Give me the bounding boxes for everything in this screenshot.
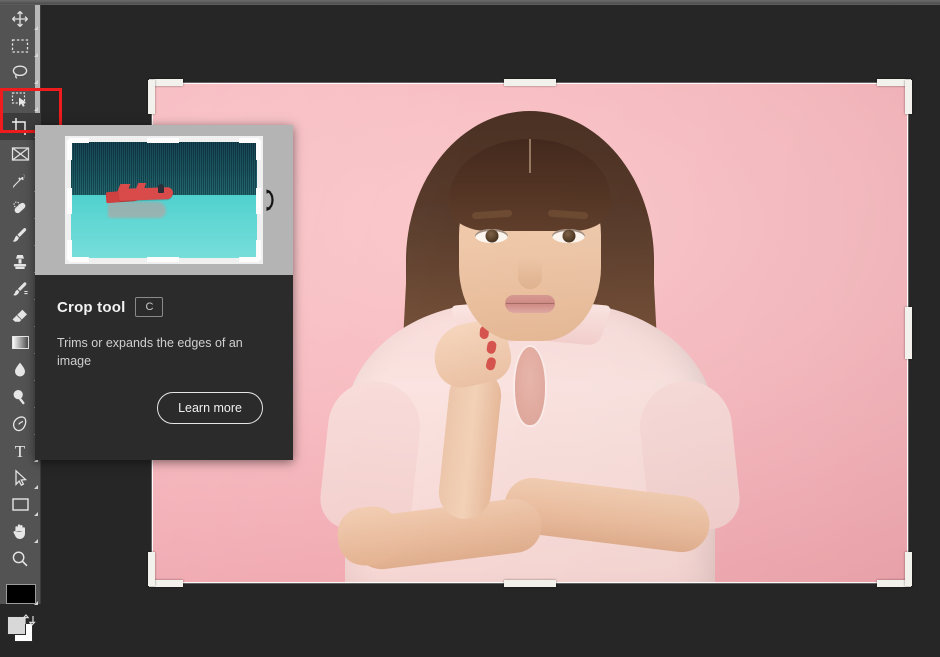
tool-dodge[interactable]: [0, 383, 40, 410]
preview-crop-handle-bottom-left: [69, 257, 89, 262]
replay-animation-icon[interactable]: [261, 186, 283, 214]
crop-handle-top-left[interactable]: [148, 80, 155, 114]
preview-crop-handle-top-center: [147, 138, 179, 143]
learn-more-button[interactable]: Learn more: [157, 392, 263, 425]
toolbar-divider: [0, 572, 40, 580]
tooltip-title-row: Crop tool C: [57, 297, 271, 317]
preview-canoe-reflection: [108, 202, 167, 219]
crop-handle-bottom-right[interactable]: [905, 552, 912, 586]
photoshop-window: T Crop tool C Trims or expands the edges…: [0, 0, 940, 642]
flyout-arrow-icon: [34, 26, 38, 30]
preview-crop-handle-top-left: [67, 140, 72, 160]
preview-photo: [71, 142, 257, 258]
crop-handle-top-right[interactable]: [905, 80, 912, 114]
tool-eyedropper[interactable]: [0, 167, 40, 194]
preview-crop-handle-top-left: [69, 138, 89, 143]
flyout-arrow-icon: [34, 107, 38, 111]
tooltip-body: Crop tool C Trims or expands the edges o…: [35, 275, 293, 425]
tool-move[interactable]: [0, 5, 40, 32]
tool-rectangular-marquee[interactable]: [0, 32, 40, 59]
preview-photo-frame: [65, 136, 263, 264]
top-strip-gradient: [0, 0, 940, 4]
preview-paddler: [158, 183, 165, 193]
tool-history-brush[interactable]: [0, 275, 40, 302]
color-swatches[interactable]: [0, 611, 40, 657]
tool-brush[interactable]: [0, 221, 40, 248]
tool-pen[interactable]: [0, 410, 40, 437]
preview-crop-handle-bottom-right: [256, 240, 261, 260]
swap-colors-icon[interactable]: [22, 613, 36, 632]
tooltip-actions: Learn more: [57, 392, 271, 425]
tool-blur[interactable]: [0, 356, 40, 383]
preview-crop-handle-bottom-left: [67, 240, 72, 260]
preview-crop-handle-bottom-center: [147, 257, 179, 262]
flyout-arrow-icon: [34, 53, 38, 57]
crop-handle-bottom-center[interactable]: [504, 580, 556, 587]
tool-eraser[interactable]: [0, 302, 40, 329]
quick-mask-button[interactable]: [6, 584, 36, 604]
crop-tool-tooltip: Crop tool C Trims or expands the edges o…: [35, 125, 293, 460]
crop-handle-top-center[interactable]: [504, 79, 556, 86]
tool-type[interactable]: T: [0, 437, 40, 464]
tool-object-selection[interactable]: [0, 86, 40, 113]
tool-clone-stamp[interactable]: [0, 248, 40, 275]
tooltip-description: Trims or expands the edges of an image: [57, 336, 243, 369]
tool-frame[interactable]: [0, 140, 40, 167]
tooltip-preview: [35, 125, 293, 275]
flyout-arrow-icon: [34, 512, 38, 516]
flyout-arrow-icon: [34, 539, 38, 543]
tooltip-title: Crop tool: [57, 298, 126, 316]
tool-rectangle[interactable]: [0, 491, 40, 518]
tool-zoom[interactable]: [0, 545, 40, 572]
preview-crop-handle-top-right: [256, 140, 261, 160]
preview-canoe-main: [119, 187, 174, 202]
preview-crop-handle-middle-left: [67, 188, 72, 214]
svg-text:T: T: [15, 442, 26, 460]
tool-lasso[interactable]: [0, 59, 40, 86]
crop-handle-middle-right[interactable]: [905, 307, 912, 359]
tool-hand[interactable]: [0, 518, 40, 545]
tool-gradient[interactable]: [0, 329, 40, 356]
tooltip-shortcut-key: C: [135, 297, 164, 317]
crop-handle-bottom-left[interactable]: [148, 552, 155, 586]
flyout-arrow-icon: [34, 485, 38, 489]
tool-crop[interactable]: [0, 113, 40, 140]
flyout-arrow-icon: [34, 80, 38, 84]
tool-path-selection[interactable]: [0, 464, 40, 491]
tool-healing-brush[interactable]: [0, 194, 40, 221]
